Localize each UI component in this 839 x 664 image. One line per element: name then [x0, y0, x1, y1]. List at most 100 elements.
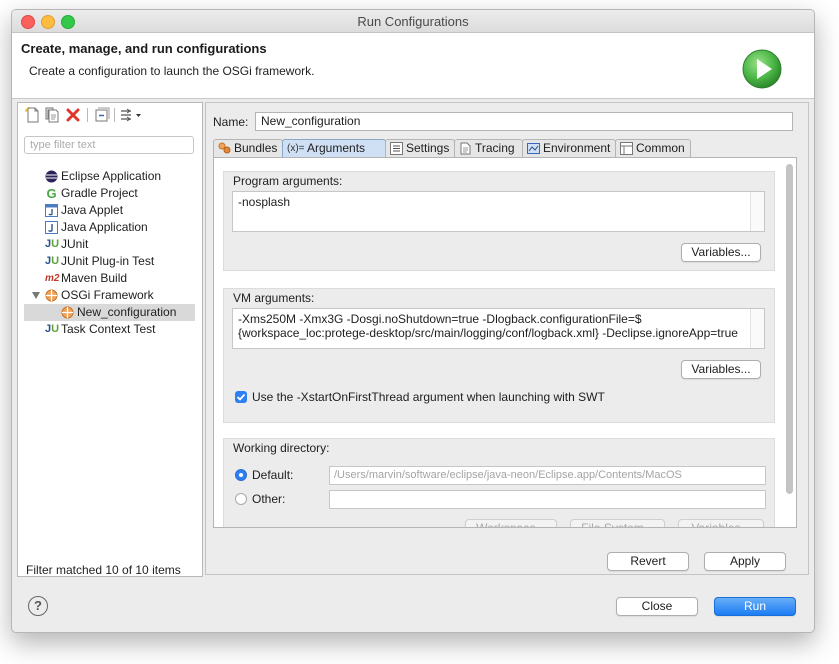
eclipse-icon	[45, 170, 58, 183]
tree-item-label: JUnit Plug-in Test	[61, 254, 155, 268]
vm-arguments-line-2: {workspace_loc:protege-desktop/src/main/…	[238, 326, 738, 340]
help-icon[interactable]: ?	[28, 596, 48, 616]
tab-common[interactable]: Common	[615, 139, 691, 157]
checkmark-icon	[236, 393, 246, 401]
file-system-button[interactable]: File System...	[570, 519, 665, 527]
disclosure-triangle-icon[interactable]	[32, 292, 40, 299]
duplicate-config-icon[interactable]	[44, 107, 60, 123]
toolbar-separator	[114, 108, 115, 122]
configurations-panel: type filter text Eclipse Application G G…	[17, 102, 203, 577]
working-dir-variables-button[interactable]: Variables...	[678, 519, 764, 527]
vm-arguments-line-1: -Xms250M -Xmx3G -Dosgi.noShutdown=true -…	[238, 312, 642, 326]
tree-item-junit-plugin-test[interactable]: JU JUnit Plug-in Test	[45, 253, 195, 270]
osgi-icon	[61, 306, 74, 319]
junit-icon: JU	[45, 238, 60, 250]
run-button[interactable]: Run	[714, 597, 796, 616]
header-title: Create, manage, and run configurations	[21, 41, 267, 56]
filter-config-icon[interactable]	[119, 107, 143, 123]
java-application-icon	[45, 221, 58, 234]
start-on-first-thread-label: Use the -XstartOnFirstThread argument wh…	[252, 390, 605, 404]
default-dir-radio[interactable]	[235, 469, 247, 481]
tab-label: Bundles	[234, 141, 278, 155]
tree-item-label: Task Context Test	[61, 322, 156, 336]
tree-item-label: OSGi Framework	[61, 288, 154, 302]
revert-button[interactable]: Revert	[607, 552, 689, 571]
title-bar: Run Configurations	[12, 10, 814, 33]
settings-icon	[390, 142, 403, 155]
textarea-scrollbar[interactable]	[750, 309, 764, 348]
osgi-icon	[45, 289, 58, 302]
other-dir-label: Other:	[252, 492, 286, 506]
apply-button[interactable]: Apply	[704, 552, 786, 571]
working-directory-label: Working directory:	[233, 441, 330, 455]
gradle-icon: G	[46, 186, 57, 201]
tab-bundles[interactable]: Bundles	[213, 139, 283, 157]
tree-item-label: Eclipse Application	[61, 169, 162, 183]
tree-item-task-context-test[interactable]: JU Task Context Test	[45, 321, 195, 338]
other-dir-radio[interactable]	[235, 493, 247, 505]
tree-item-label: Java Applet	[61, 203, 124, 217]
tree-item-label: JUnit	[61, 237, 89, 251]
close-button[interactable]: Close	[616, 597, 698, 616]
toolbar-separator	[87, 108, 88, 122]
tree-item-label: Gradle Project	[61, 186, 138, 200]
configurations-toolbar	[18, 103, 202, 129]
start-on-first-thread-checkbox[interactable]	[235, 391, 247, 403]
vm-arguments-input[interactable]: -Xms250M -Xmx3G -Dosgi.noShutdown=true -…	[232, 308, 765, 349]
config-tabs: Bundles (x)= Arguments Settings Tracing	[213, 139, 793, 157]
tree-item-gradle-project[interactable]: G Gradle Project	[45, 185, 195, 202]
tab-settings[interactable]: Settings	[385, 139, 455, 157]
junit-plugin-icon: JU	[45, 255, 60, 267]
task-context-icon: JU	[45, 323, 60, 335]
program-arguments-label: Program arguments:	[233, 174, 343, 188]
tree-item-new-configuration[interactable]: New_configuration	[24, 304, 195, 321]
run-icon	[742, 49, 782, 89]
tab-arguments[interactable]: (x)= Arguments	[282, 139, 386, 157]
name-input[interactable]: New_configuration	[255, 112, 793, 131]
filter-status: Filter matched 10 of 10 items	[26, 563, 181, 577]
tab-label: Common	[636, 141, 685, 155]
program-variables-button[interactable]: Variables...	[681, 243, 761, 262]
tree-item-label: Maven Build	[61, 271, 128, 285]
maven-icon: m2	[45, 273, 60, 284]
delete-config-icon[interactable]	[65, 107, 81, 123]
program-arguments-input[interactable]: -nosplash	[232, 191, 765, 232]
tree-item-eclipse-application[interactable]: Eclipse Application	[45, 168, 195, 185]
program-arguments-group: Program arguments: -nosplash Variables..…	[223, 171, 775, 271]
java-applet-icon	[45, 204, 58, 217]
tree-item-junit[interactable]: JU JUnit	[45, 236, 195, 253]
tree-item-java-applet[interactable]: Java Applet	[45, 202, 195, 219]
collapse-all-icon[interactable]	[94, 107, 110, 123]
other-dir-field[interactable]	[329, 490, 766, 509]
tab-label: Tracing	[475, 141, 515, 155]
tab-label: Arguments	[307, 141, 366, 155]
tab-label: Environment	[543, 141, 611, 155]
vertical-scrollbar[interactable]	[786, 164, 793, 494]
textarea-scrollbar[interactable]	[750, 192, 764, 231]
vm-variables-button[interactable]: Variables...	[681, 360, 761, 379]
tree-item-osgi-framework[interactable]: OSGi Framework	[32, 287, 195, 304]
tree-item-label: New_configuration	[77, 305, 177, 319]
vm-arguments-group: VM arguments: -Xms250M -Xmx3G -Dosgi.noS…	[223, 288, 775, 423]
workspace-button[interactable]: Workspace...	[465, 519, 557, 527]
tab-tracing[interactable]: Tracing	[454, 139, 523, 157]
tab-environment[interactable]: Environment	[522, 139, 616, 157]
bundles-icon	[218, 142, 231, 154]
arguments-tab-content: Program arguments: -nosplash Variables..…	[213, 157, 797, 528]
default-dir-label: Default:	[252, 468, 294, 482]
tree-item-maven-build[interactable]: m2 Maven Build	[45, 270, 195, 287]
working-directory-group: Working directory: Default: /Users/marvi…	[223, 438, 775, 527]
name-label: Name:	[213, 115, 249, 129]
configuration-editor: Name: New_configuration Bundles (x)= Arg…	[205, 102, 809, 575]
arguments-icon: (x)=	[287, 143, 305, 154]
header-description: Create a configuration to launch the OSG…	[29, 64, 315, 78]
filter-input[interactable]: type filter text	[24, 136, 194, 154]
tracing-icon	[460, 142, 471, 155]
dialog-header: Create, manage, and run configurations C…	[12, 33, 814, 99]
common-icon	[620, 142, 633, 155]
tab-label: Settings	[406, 141, 450, 155]
tree-item-label: Java Application	[61, 220, 148, 234]
environment-icon	[527, 143, 540, 154]
new-config-icon[interactable]	[25, 107, 41, 123]
tree-item-java-application[interactable]: Java Application	[45, 219, 195, 236]
